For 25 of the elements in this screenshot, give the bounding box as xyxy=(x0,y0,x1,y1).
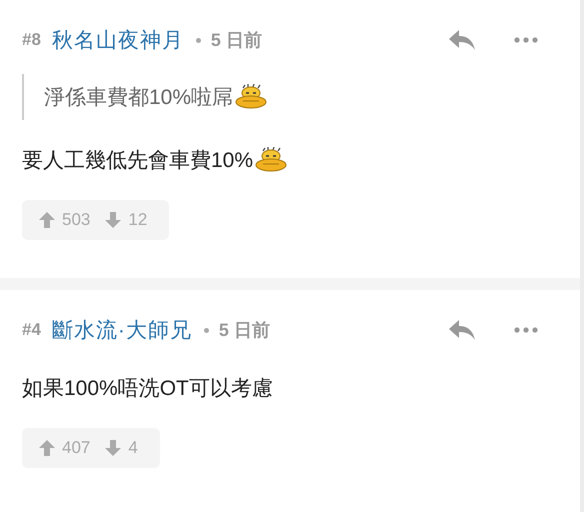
reply-icon xyxy=(448,319,476,341)
emoticon-icon xyxy=(233,84,270,110)
emoticon-icon xyxy=(253,147,290,173)
quote-text: 淨係車費都10%啦屌 xyxy=(44,83,270,111)
separator-dot xyxy=(204,328,209,332)
comment-number: #8 xyxy=(22,30,41,50)
downvote-button[interactable]: 12 xyxy=(104,210,154,230)
separator-dot xyxy=(196,38,201,42)
more-icon xyxy=(514,37,538,43)
timestamp: 5 日前 xyxy=(218,319,270,342)
upvote-button[interactable]: 503 xyxy=(38,210,96,230)
author-link[interactable]: 秋名山夜神月 xyxy=(52,26,184,54)
upvote-icon xyxy=(38,439,56,457)
comment-text: 要人工幾低先會車費10% xyxy=(22,146,580,174)
downvote-icon xyxy=(104,211,122,229)
reply-icon xyxy=(448,29,476,51)
downvote-button[interactable]: 4 xyxy=(104,438,144,458)
author-link[interactable]: 斷水流·大師兄 xyxy=(52,316,192,344)
comment-number: #4 xyxy=(22,320,41,340)
upvote-button[interactable]: 407 xyxy=(38,438,96,458)
upvote-icon xyxy=(38,211,56,229)
timestamp: 5 日前 xyxy=(210,29,262,52)
comment-text: 如果100%唔洗OT可以考慮 xyxy=(22,376,274,402)
downvote-icon xyxy=(104,439,122,457)
more-icon xyxy=(514,327,538,333)
